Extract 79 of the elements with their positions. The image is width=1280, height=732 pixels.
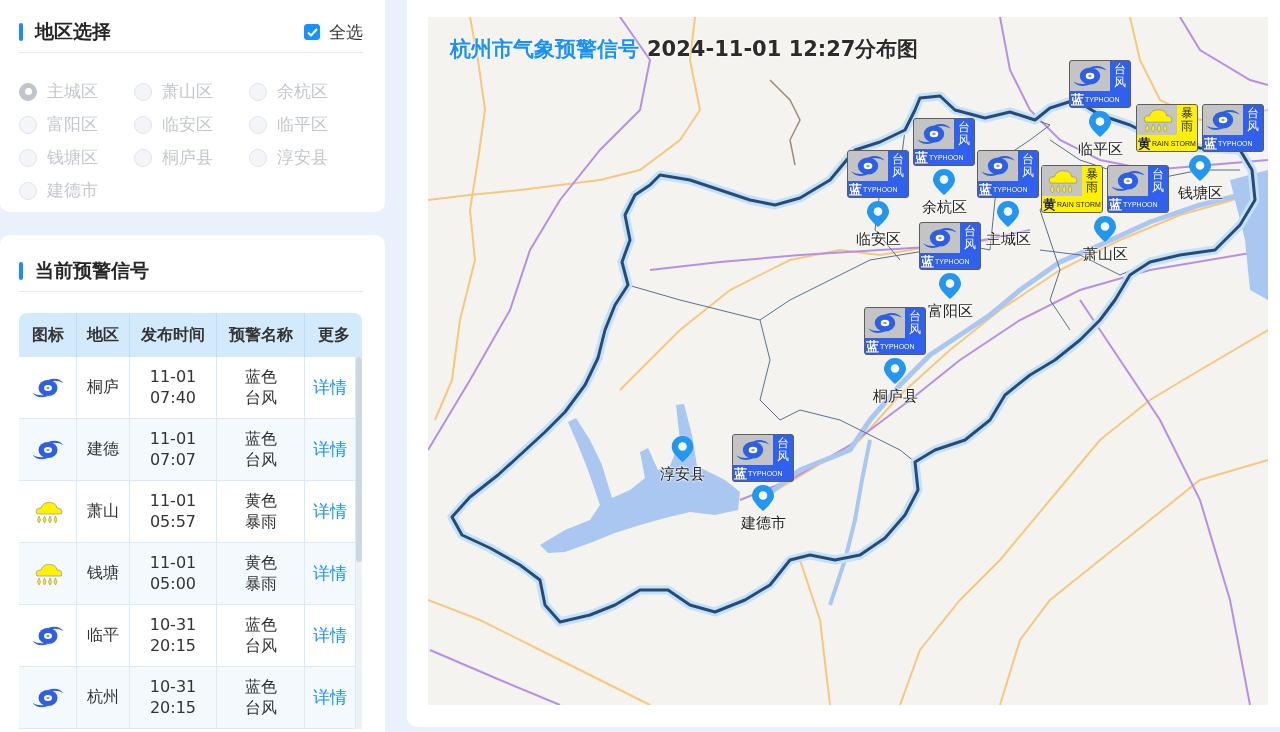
location-pin-icon[interactable]: [1089, 111, 1111, 137]
signal-name: 台风: [1247, 106, 1259, 134]
location-pin-icon[interactable]: [939, 273, 961, 299]
map-title: 杭州市气象预警信号: [450, 36, 639, 63]
district-label: 萧山区: [1082, 245, 1128, 263]
signal-level: 蓝: [921, 254, 934, 268]
column-header: 更多: [305, 313, 362, 357]
signal-level: 蓝: [979, 182, 992, 196]
table-cell: 建德: [77, 419, 130, 481]
table-cell: 11-01 05:00: [130, 543, 217, 605]
signal-name: 台风: [1114, 62, 1126, 90]
table-cell: 10-31 20:15: [130, 605, 217, 667]
signal-name: 台风: [892, 152, 904, 180]
district-label: 桐庐县: [872, 387, 918, 405]
table-cell: 10-31 20:15: [130, 667, 217, 729]
district-label: 建德市: [740, 514, 786, 532]
signal-level: 黄: [1043, 197, 1056, 211]
details-link[interactable]: 详情: [313, 500, 347, 523]
signal-level: 蓝: [915, 150, 928, 164]
details-link[interactable]: 详情: [313, 438, 347, 461]
district-label: 淳安县: [659, 465, 705, 483]
column-header: 图标: [19, 313, 77, 357]
signal-level: 蓝: [1071, 92, 1084, 106]
table-cell: 蓝色台风: [217, 667, 305, 729]
table-cell: 钱塘: [77, 543, 130, 605]
column-header: 地区: [77, 313, 130, 357]
title-accent-icon: [19, 262, 23, 280]
location-pin-icon[interactable]: [671, 436, 693, 462]
checkbox[interactable]: [304, 24, 320, 40]
details-link[interactable]: 详情: [313, 376, 347, 399]
signal-name: 台风: [1152, 167, 1164, 195]
signal-level: 蓝: [734, 466, 747, 480]
signal-level: 黄: [1138, 136, 1151, 150]
location-pin-icon[interactable]: [752, 485, 774, 511]
table-cell: 蓝色台风: [217, 605, 305, 667]
scrollbar-thumb[interactable]: [356, 357, 362, 562]
signal-name: 台风: [958, 120, 970, 148]
table-cell: 黄色暴雨: [217, 543, 305, 605]
table-cell: 11-01 05:57: [130, 481, 217, 543]
district-label: 富阳区: [927, 302, 973, 320]
district-label: 钱塘区: [1177, 184, 1223, 202]
panel-title: 地区选择: [35, 19, 112, 44]
table-cell: 桐庐: [77, 357, 130, 419]
signal-name: 台风: [1022, 152, 1034, 180]
checkbox-label[interactable]: 全选: [329, 20, 363, 44]
district-label: 主城区: [985, 230, 1031, 248]
column-header: 发布时间: [130, 313, 217, 357]
signal-level: 蓝: [1204, 136, 1217, 150]
district-label: 临安区: [855, 230, 901, 248]
location-pin-icon[interactable]: [997, 201, 1019, 227]
table-cell: 11-01 07:40: [130, 357, 217, 419]
signal-name: 暴雨: [1086, 167, 1098, 195]
location-pin-icon[interactable]: [1094, 216, 1116, 242]
details-link[interactable]: 详情: [313, 686, 347, 709]
table-cell: 杭州: [77, 667, 130, 729]
table-cell: 临平: [77, 605, 130, 667]
signal-level: 蓝: [1109, 197, 1122, 211]
district-label: 余杭区: [921, 198, 967, 216]
details-link[interactable]: 详情: [313, 624, 347, 647]
signal-name: 台风: [964, 224, 976, 252]
location-pin-icon[interactable]: [884, 358, 906, 384]
panel-title: 当前预警信号: [35, 258, 150, 283]
table-cell: 黄色暴雨: [217, 481, 305, 543]
district-label: 临平区: [1077, 140, 1123, 158]
signal-name: 台风: [777, 436, 789, 464]
details-link[interactable]: 详情: [313, 562, 347, 585]
signal-name: 台风: [909, 309, 921, 337]
table-cell: 蓝色台风: [217, 357, 305, 419]
signal-name: 暴雨: [1181, 106, 1193, 134]
location-pin-icon[interactable]: [1189, 155, 1211, 181]
column-header: 预警名称: [217, 313, 305, 357]
title-accent-icon: [19, 23, 23, 41]
location-pin-icon[interactable]: [933, 169, 955, 195]
signal-level: 蓝: [849, 182, 862, 196]
signal-level: 蓝: [866, 339, 879, 353]
table-cell: 11-01 07:07: [130, 419, 217, 481]
table-cell: 蓝色台风: [217, 419, 305, 481]
location-pin-icon[interactable]: [867, 201, 889, 227]
table-cell: 萧山: [77, 481, 130, 543]
